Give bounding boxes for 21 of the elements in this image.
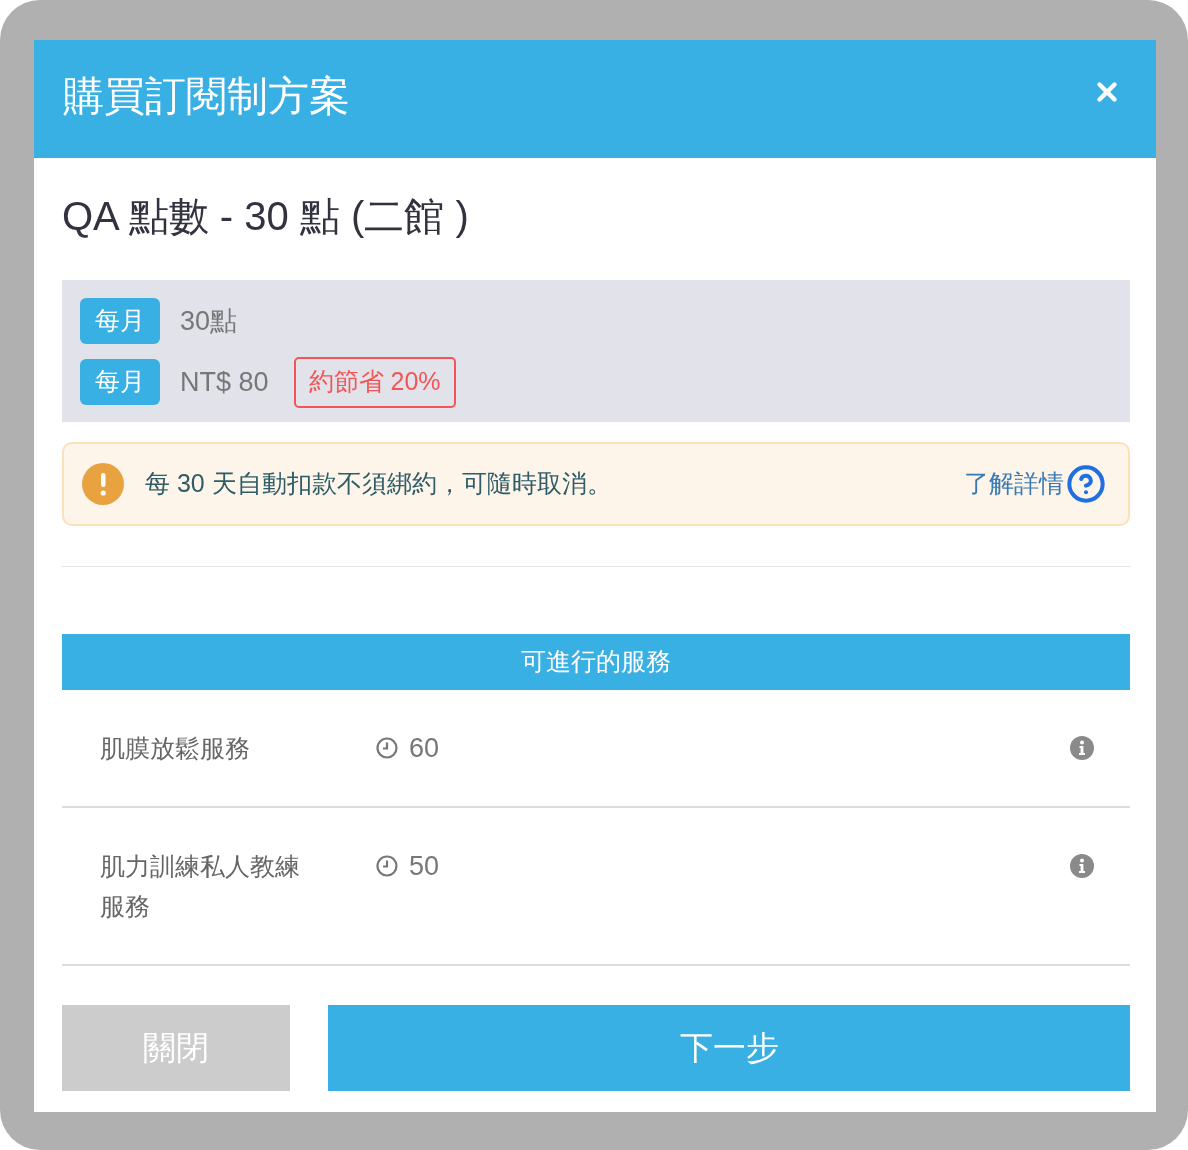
service-duration: 60	[409, 731, 440, 765]
plan-value: 30點	[180, 305, 238, 338]
service-duration: 50	[409, 849, 440, 883]
service-name: 肌膜放鬆服務	[100, 733, 251, 764]
exclamation-icon	[82, 463, 124, 505]
learn-more-link[interactable]: 了解詳情	[964, 465, 1064, 503]
clock-icon	[376, 855, 398, 877]
period-badge: 每月	[80, 298, 160, 344]
dialog-title: 購買訂閱制方案	[63, 72, 350, 121]
plan-name: QA 點數 - 30 點 (二館 )	[62, 193, 470, 240]
services-heading: 可進行的服務	[62, 634, 1130, 690]
savings-tag: 約節省 20%	[293, 356, 456, 408]
clock-icon	[376, 737, 398, 759]
info-icon[interactable]	[1070, 736, 1094, 760]
info-icon[interactable]	[1070, 854, 1094, 878]
notice-text: 每 30 天自動扣款不須綁約，可隨時取消。	[145, 468, 613, 500]
period-badge: 每月	[80, 359, 160, 405]
help-icon[interactable]	[1066, 464, 1106, 504]
next-button[interactable]: 下一步	[328, 1005, 1130, 1091]
service-name: 肌力訓練私人教練服務	[100, 851, 301, 922]
plan-value: NT$ 80	[180, 366, 269, 399]
